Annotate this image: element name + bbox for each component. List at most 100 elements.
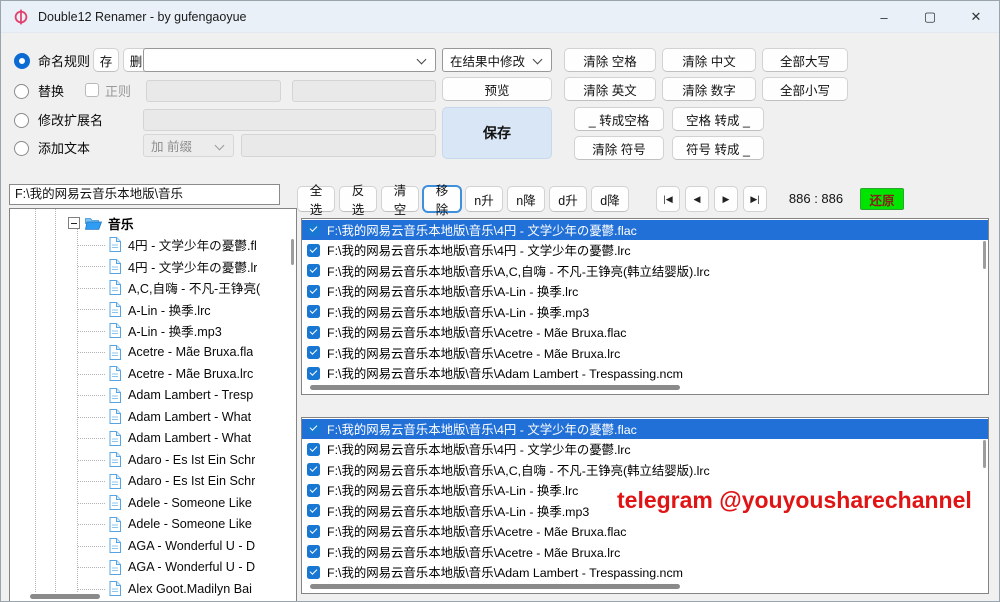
- prefix-mode-combo[interactable]: 加 前缀: [143, 134, 234, 157]
- maximize-button[interactable]: ▢: [907, 1, 953, 33]
- tree-item[interactable]: Adaro - Es Ist Ein Schr: [10, 449, 286, 471]
- tree-item[interactable]: 4円 - 文学少年の憂鬱.lr: [10, 256, 286, 278]
- list1-horizontal-scrollbar[interactable]: [310, 385, 680, 390]
- underscore-to-space-button[interactable]: _ 转成空格: [574, 107, 664, 131]
- checkbox-checked-icon[interactable]: [307, 504, 320, 517]
- tree-item[interactable]: Acetre - Mãe Bruxa.fla: [10, 342, 286, 364]
- radio-add-text[interactable]: [14, 141, 29, 156]
- tree-item[interactable]: AGA - Wonderful U - D: [10, 535, 286, 557]
- checkbox-checked-icon[interactable]: [307, 566, 320, 579]
- tree-horizontal-scrollbar[interactable]: [30, 594, 100, 599]
- add-text-field[interactable]: [241, 134, 436, 157]
- toolbar-button[interactable]: 移除: [423, 186, 461, 212]
- tree-root-node[interactable]: 音乐: [10, 212, 286, 234]
- tree-item[interactable]: Adele - Someone Like: [10, 514, 286, 536]
- preview-button[interactable]: 预览: [442, 77, 552, 101]
- file-row[interactable]: F:\我的网易云音乐本地版\音乐\4円 - 文学少年の憂鬱.flac: [302, 220, 988, 240]
- tree-item[interactable]: 4円 - 文学少年の憂鬱.fl: [10, 234, 286, 256]
- save-button[interactable]: 保存: [442, 107, 552, 159]
- rule-combo[interactable]: [143, 48, 436, 72]
- tree-item[interactable]: AGA - Wonderful U - D: [10, 557, 286, 579]
- file-row[interactable]: F:\我的网易云音乐本地版\音乐\4円 - 文学少年の憂鬱.lrc: [302, 240, 988, 260]
- checkbox-checked-icon[interactable]: [307, 244, 320, 257]
- file-row[interactable]: F:\我的网易云音乐本地版\音乐\A,C,自嗨 - 不凡-王铮亮(韩立结婴版).…: [302, 460, 988, 480]
- radio-change-extension[interactable]: [14, 113, 29, 128]
- save-rule-button[interactable]: 存: [93, 48, 119, 72]
- lowercase-button[interactable]: 全部小写: [762, 77, 848, 101]
- checkbox-checked-icon[interactable]: [307, 545, 320, 558]
- file-row[interactable]: F:\我的网易云音乐本地版\音乐\A-Lin - 换季.lrc: [302, 281, 988, 301]
- file-row[interactable]: F:\我的网易云音乐本地版\音乐\Acetre - Mãe Bruxa.flac: [302, 521, 988, 541]
- file-row[interactable]: F:\我的网易云音乐本地版\音乐\Acetre - Mãe Bruxa.lrc: [302, 343, 988, 363]
- file-row[interactable]: F:\我的网易云音乐本地版\音乐\4円 - 文学少年の憂鬱.lrc: [302, 439, 988, 459]
- checkbox-checked-icon[interactable]: [307, 285, 320, 298]
- tree-vertical-scrollbar[interactable]: [291, 239, 294, 265]
- checkbox-checked-icon[interactable]: [307, 463, 320, 476]
- checkbox-checked-icon[interactable]: [307, 422, 320, 435]
- uppercase-button[interactable]: 全部大写: [762, 48, 848, 72]
- extension-field[interactable]: [143, 109, 436, 131]
- toolbar-button[interactable]: 全选: [297, 186, 335, 212]
- restore-button[interactable]: 还原: [860, 188, 904, 210]
- collapse-icon[interactable]: [68, 217, 80, 229]
- toolbar-button[interactable]: d升: [549, 186, 587, 212]
- tree-item[interactable]: Acetre - Mãe Bruxa.lrc: [10, 363, 286, 385]
- file-row[interactable]: F:\我的网易云音乐本地版\音乐\A-Lin - 换季.mp3: [302, 302, 988, 322]
- clear-english-button[interactable]: 清除 英文: [564, 77, 656, 101]
- tree-item[interactable]: A-Lin - 换季.mp3: [10, 320, 286, 342]
- toolbar-button[interactable]: d降: [591, 186, 629, 212]
- next-page-button[interactable]: ▶: [714, 186, 738, 212]
- tree-item[interactable]: Adaro - Es Ist Ein Schr: [10, 471, 286, 493]
- clear-chinese-button[interactable]: 清除 中文: [662, 48, 756, 72]
- list2-vertical-scrollbar[interactable]: [983, 440, 986, 468]
- toolbar-button[interactable]: 反选: [339, 186, 377, 212]
- space-to-underscore-button[interactable]: 空格 转成 _: [672, 107, 764, 131]
- toolbar-button[interactable]: 清空: [381, 186, 419, 212]
- checkbox-checked-icon[interactable]: [307, 223, 320, 236]
- file-icon: [109, 431, 121, 446]
- file-row[interactable]: F:\我的网易云音乐本地版\音乐\Adam Lambert - Trespass…: [302, 562, 988, 582]
- tree-item-label: Acetre - Mãe Bruxa.fla: [128, 345, 253, 359]
- file-row[interactable]: F:\我的网易云音乐本地版\音乐\A,C,自嗨 - 不凡-王铮亮(韩立结婴版).…: [302, 261, 988, 281]
- file-row[interactable]: F:\我的网易云音乐本地版\音乐\4円 - 文学少年の憂鬱.flac: [302, 419, 988, 439]
- checkbox-checked-icon[interactable]: [307, 346, 320, 359]
- checkbox-checked-icon[interactable]: [307, 326, 320, 339]
- clear-digits-button[interactable]: 清除 数字: [662, 77, 756, 101]
- replace-to-field[interactable]: [292, 80, 436, 102]
- tree-item[interactable]: A-Lin - 换季.lrc: [10, 299, 286, 321]
- toolbar-button[interactable]: n降: [507, 186, 545, 212]
- tree-item-label: A-Lin - 换季.mp3: [128, 321, 222, 340]
- radio-replace[interactable]: [14, 84, 29, 99]
- list1-vertical-scrollbar[interactable]: [983, 241, 986, 269]
- file-row[interactable]: F:\我的网易云音乐本地版\音乐\Acetre - Mãe Bruxa.flac: [302, 322, 988, 342]
- scope-combo[interactable]: 在结果中修改: [442, 48, 552, 72]
- close-button[interactable]: ✕: [953, 1, 999, 33]
- symbol-to-underscore-button[interactable]: 符号 转成 _: [672, 136, 764, 160]
- minimize-button[interactable]: –: [861, 1, 907, 33]
- radio-naming-rule[interactable]: [14, 53, 30, 69]
- tree-item-label: Adam Lambert - What: [128, 431, 251, 445]
- last-page-button[interactable]: ▶|: [743, 186, 767, 212]
- first-page-button[interactable]: |◀: [656, 186, 680, 212]
- tree-item[interactable]: A,C,自嗨 - 不凡-王铮亮(: [10, 277, 286, 299]
- list2-horizontal-scrollbar[interactable]: [310, 584, 680, 589]
- file-row[interactable]: F:\我的网易云音乐本地版\音乐\Adam Lambert - Trespass…: [302, 363, 988, 383]
- prev-page-button[interactable]: ◀: [685, 186, 709, 212]
- checkbox-checked-icon[interactable]: [307, 484, 320, 497]
- clear-symbols-button[interactable]: 清除 符号: [574, 136, 664, 160]
- replace-from-field[interactable]: [146, 80, 281, 102]
- checkbox-checked-icon[interactable]: [307, 367, 320, 380]
- tree-item[interactable]: Adam Lambert - What: [10, 406, 286, 428]
- tree-item[interactable]: Adam Lambert - Tresp: [10, 385, 286, 407]
- regex-checkbox[interactable]: [85, 83, 99, 97]
- folder-path-input[interactable]: F:\我的网易云音乐本地版\音乐: [9, 184, 280, 205]
- checkbox-checked-icon[interactable]: [307, 305, 320, 318]
- checkbox-checked-icon[interactable]: [307, 525, 320, 538]
- tree-item[interactable]: Adele - Someone Like: [10, 492, 286, 514]
- toolbar-button[interactable]: n升: [465, 186, 503, 212]
- tree-item[interactable]: Adam Lambert - What: [10, 428, 286, 450]
- checkbox-checked-icon[interactable]: [307, 443, 320, 456]
- clear-space-button[interactable]: 清除 空格: [564, 48, 656, 72]
- checkbox-checked-icon[interactable]: [307, 264, 320, 277]
- file-row[interactable]: F:\我的网易云音乐本地版\音乐\Acetre - Mãe Bruxa.lrc: [302, 542, 988, 562]
